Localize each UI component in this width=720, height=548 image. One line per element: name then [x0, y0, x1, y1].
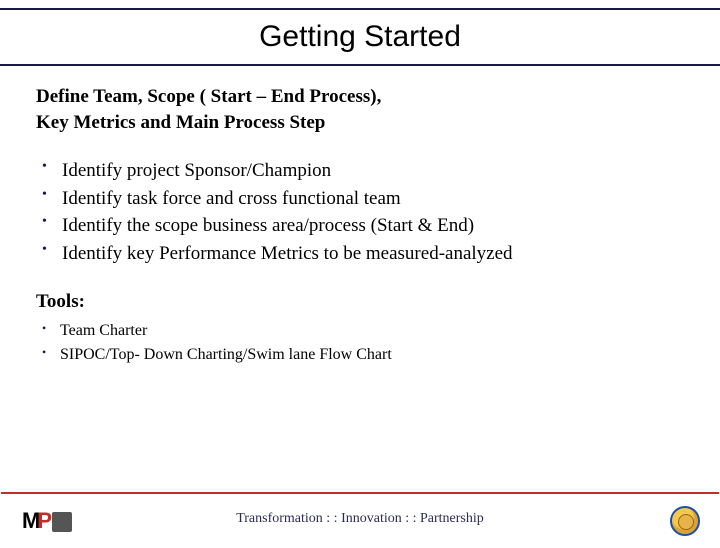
footer: M P Transformation : : Innovation : : Pa…: [0, 492, 720, 536]
subhead-line-1: Define Team, Scope ( Start – End Process…: [36, 86, 381, 107]
bullet-list-main: Identify project Sponsor/Champion Identi…: [42, 157, 684, 267]
footer-tagline: Transformation : : Innovation : : Partne…: [236, 511, 484, 527]
bullet-list-tools: Team Charter SIPOC/Top- Down Charting/Sw…: [42, 319, 684, 367]
tools-heading: Tools:: [36, 291, 684, 313]
logo-letter-p: P: [37, 508, 51, 534]
footer-row: M P Transformation : : Innovation : : Pa…: [0, 502, 720, 536]
title-band: Getting Started: [0, 8, 720, 66]
list-item: Identify project Sponsor/Champion: [42, 157, 684, 185]
footer-divider: [1, 492, 719, 494]
list-item: Identify the scope business area/process…: [42, 212, 684, 240]
list-item: Identify task force and cross functional…: [42, 185, 684, 213]
list-item: SIPOC/Top- Down Charting/Swim lane Flow …: [42, 343, 684, 367]
content-area: Define Team, Scope ( Start – End Process…: [0, 66, 720, 367]
subheading: Define Team, Scope ( Start – End Process…: [36, 84, 684, 135]
mpc-logo: M P: [22, 508, 72, 534]
seal-icon: [670, 506, 700, 536]
subhead-line-2: Key Metrics and Main Process Step: [36, 112, 325, 133]
logo-c-box-icon: [52, 512, 72, 532]
list-item: Identify key Performance Metrics to be m…: [42, 240, 684, 268]
page-title: Getting Started: [0, 20, 720, 54]
seal-logo: [670, 506, 700, 536]
list-item: Team Charter: [42, 319, 684, 343]
